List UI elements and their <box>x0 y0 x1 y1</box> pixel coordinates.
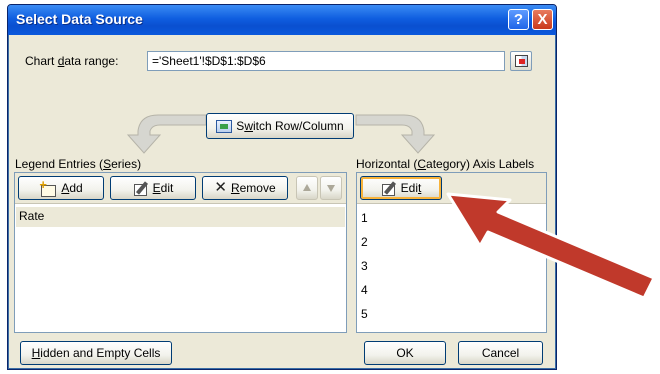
category-item[interactable]: 3 <box>361 259 368 273</box>
switch-left-arrow-icon <box>126 114 207 154</box>
move-up-button[interactable] <box>296 176 318 200</box>
legend-entry-row[interactable]: Rate <box>16 207 345 227</box>
category-item[interactable]: 4 <box>361 283 368 297</box>
edit-category-button[interactable]: Edit <box>360 176 442 200</box>
remove-series-button[interactable]: ✕ Remove <box>202 176 288 200</box>
remove-icon: ✕ <box>214 179 227 196</box>
ok-label: OK <box>396 346 414 360</box>
category-item[interactable]: 1 <box>361 211 368 225</box>
switch-row-column-button[interactable]: Switch Row/Column <box>206 113 354 139</box>
add-icon <box>39 177 57 197</box>
edit-icon <box>133 181 149 196</box>
chart-data-range-input[interactable]: ='Sheet1'!$D$1:$D$6 <box>147 51 505 71</box>
cancel-button[interactable]: Cancel <box>458 341 543 365</box>
title-bar: Select Data Source ? X <box>8 5 556 35</box>
legend-entries-label: Legend Entries (Series) <box>15 157 142 171</box>
edit-label: Edit <box>152 181 174 195</box>
move-down-button[interactable] <box>320 176 342 200</box>
legend-entry-label: Rate <box>19 209 45 223</box>
help-button[interactable]: ? <box>508 9 529 30</box>
move-up-icon <box>302 183 312 193</box>
annotation-arrow-icon <box>446 192 656 300</box>
dialog-title: Select Data Source <box>16 11 143 27</box>
edit-series-button[interactable]: Edit <box>110 176 196 200</box>
remove-label: Remove <box>230 181 276 195</box>
close-button[interactable]: X <box>532 9 553 30</box>
legend-toolbar: Add Edit ✕ Remove <box>15 173 346 204</box>
edit-icon <box>381 181 397 196</box>
close-icon: X <box>537 11 548 28</box>
add-label: Add <box>61 181 83 195</box>
legend-entries-panel: Add Edit ✕ Remove Rate <box>14 172 347 333</box>
switch-row-column-label: Switch Row/Column <box>236 119 344 133</box>
help-icon: ? <box>513 11 524 28</box>
switch-row-column-icon <box>216 119 233 133</box>
range-collapse-button[interactable] <box>510 51 532 71</box>
range-select-icon <box>515 55 528 67</box>
select-data-source-dialog: Select Data Source ? X Chart data range:… <box>7 4 557 370</box>
ok-button[interactable]: OK <box>364 341 446 365</box>
add-series-button[interactable]: Add <box>18 176 104 200</box>
edit-category-label: Edit <box>400 181 422 195</box>
category-item[interactable]: 5 <box>361 307 368 321</box>
chart-data-range-label: Chart data range: <box>25 54 119 68</box>
cancel-label: Cancel <box>481 346 520 360</box>
category-axis-labels-label: Horizontal (Category) Axis Labels <box>356 157 535 171</box>
move-down-icon <box>326 183 336 193</box>
category-item[interactable]: 2 <box>361 235 368 249</box>
switch-right-arrow-icon <box>355 114 436 154</box>
hidden-empty-cells-label: Hidden and Empty Cells <box>31 346 161 360</box>
hidden-empty-cells-button[interactable]: Hidden and Empty Cells <box>20 341 172 365</box>
